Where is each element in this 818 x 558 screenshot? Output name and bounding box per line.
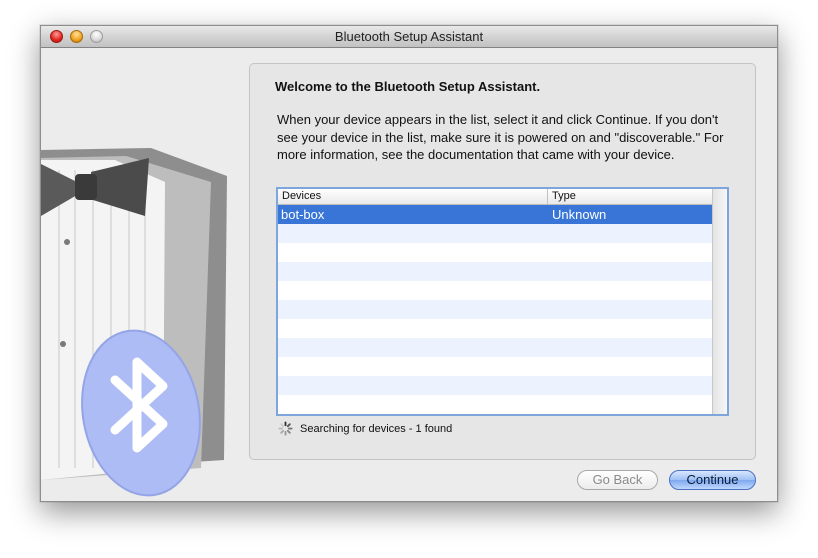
device-name-cell: bot-box <box>281 207 325 222</box>
vertical-scrollbar[interactable] <box>712 189 727 414</box>
spinner-icon <box>278 421 293 436</box>
table-row[interactable]: bot-box Unknown <box>278 205 712 224</box>
column-header-type[interactable]: Type <box>548 189 712 204</box>
continue-button[interactable]: Continue <box>669 470 756 490</box>
bluetooth-setup-window: Bluetooth Setup Assistant Welcome to the… <box>40 25 778 502</box>
empty-table-row <box>278 300 712 319</box>
welcome-heading: Welcome to the Bluetooth Setup Assistant… <box>275 79 541 94</box>
empty-table-row <box>278 395 712 414</box>
empty-table-row <box>278 357 712 376</box>
empty-table-row <box>278 243 712 262</box>
devices-table[interactable]: Devices Type bot-box Unknown <box>276 187 729 416</box>
empty-table-row <box>278 376 712 395</box>
empty-table-row <box>278 224 712 243</box>
window-title: Bluetooth Setup Assistant <box>334 29 484 44</box>
search-status-text: Searching for devices - 1 found <box>300 423 453 435</box>
title-bar[interactable]: Bluetooth Setup Assistant <box>41 26 777 48</box>
empty-table-row <box>278 281 712 300</box>
table-rows: bot-box Unknown <box>278 205 712 414</box>
column-header-devices[interactable]: Devices <box>278 189 548 204</box>
device-type-cell: Unknown <box>552 207 607 222</box>
empty-table-row <box>278 319 712 338</box>
instructions-text: When your device appears in the list, se… <box>277 112 724 162</box>
tuxedo-bluetooth-illustration <box>41 48 249 501</box>
empty-table-row <box>278 338 712 357</box>
go-back-button[interactable]: Go Back <box>577 470 658 490</box>
device-search-panel: Welcome to the Bluetooth Setup Assistant… <box>249 63 756 460</box>
table-header: Devices Type <box>278 189 712 205</box>
empty-table-row <box>278 262 712 281</box>
